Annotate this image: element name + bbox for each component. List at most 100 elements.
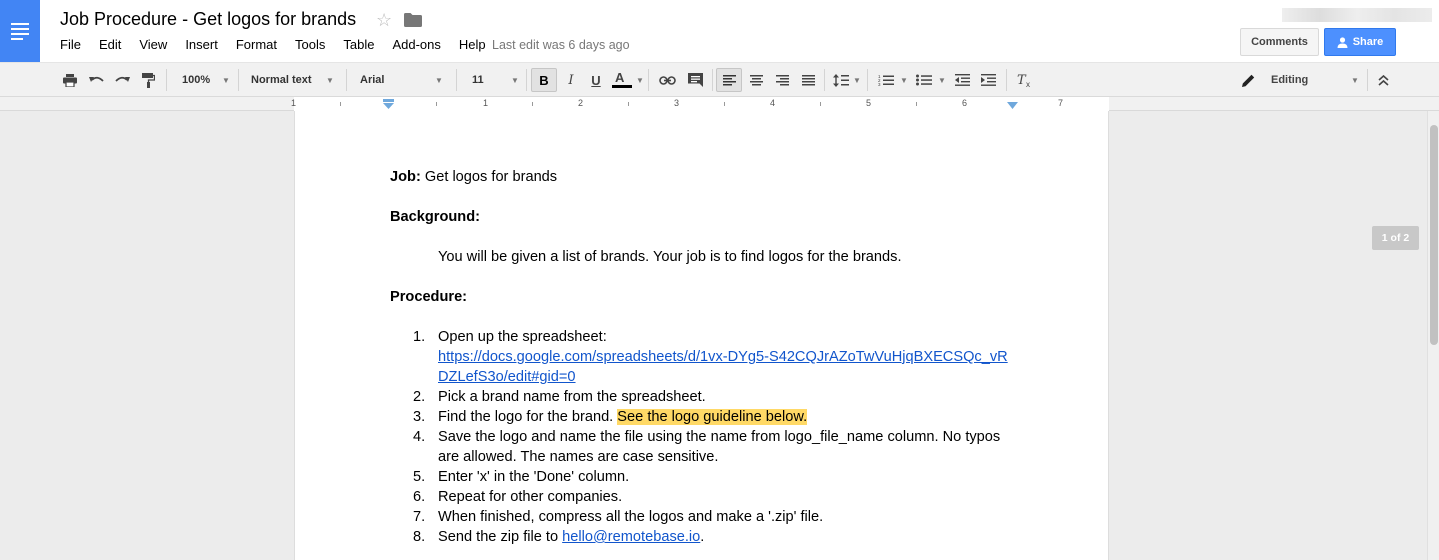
list-text: When finished, compress all the logos an… xyxy=(438,509,824,525)
list-item: 8. Send the zip file to hello@remotebase… xyxy=(390,527,1020,547)
numbered-list-icon[interactable]: 123 xyxy=(875,63,897,97)
list-item: 6. Repeat for other companies. xyxy=(390,487,1020,507)
list-item: 7. When finished, compress all the logos… xyxy=(390,507,1020,527)
bulleted-list-icon[interactable] xyxy=(913,63,935,97)
spreadsheet-link[interactable]: https://docs.google.com/spreadsheets/d/1… xyxy=(438,349,1008,365)
ruler-mark: 1 xyxy=(483,98,489,108)
align-right-icon[interactable] xyxy=(771,63,793,97)
style-value: Normal text xyxy=(251,74,312,86)
ruler-track xyxy=(294,97,1109,111)
ruler-mark: 4 xyxy=(770,98,776,108)
ruler-mark: 2 xyxy=(578,98,584,108)
page-indicator: 1 of 2 xyxy=(1372,226,1419,250)
align-left-icon[interactable] xyxy=(716,68,742,92)
menu-bar: File Edit View Insert Format Tools Table… xyxy=(60,37,504,52)
document-body[interactable]: Job: Get logos for brands Background: Yo… xyxy=(390,167,1020,547)
email-link[interactable]: hello@remotebase.io xyxy=(562,529,700,545)
list-text: Save the logo and name the file using th… xyxy=(438,429,1001,445)
docs-home-icon[interactable] xyxy=(0,0,40,62)
list-text: Enter 'x' in the 'Done' column. xyxy=(438,469,630,485)
list-item: 1. Open up the spreadsheet: https://docs… xyxy=(390,327,1020,387)
print-icon[interactable] xyxy=(59,63,81,97)
align-center-icon[interactable] xyxy=(745,63,767,97)
chevron-down-icon: ▼ xyxy=(435,75,443,85)
text-color-icon[interactable]: A xyxy=(609,63,635,97)
comments-button[interactable]: Comments xyxy=(1240,28,1319,56)
collapse-icon[interactable] xyxy=(1372,63,1394,97)
chevron-down-icon: ▼ xyxy=(326,75,334,85)
spreadsheet-link-cont[interactable]: DZLefS3o/edit#gid=0 xyxy=(438,369,576,385)
ruler-mark: 5 xyxy=(866,98,872,108)
scrollbar-thumb[interactable] xyxy=(1430,125,1438,345)
job-text: Get logos for brands xyxy=(420,169,558,185)
justify-icon[interactable] xyxy=(797,63,819,97)
list-item: 4. Save the logo and name the file using… xyxy=(390,427,1020,467)
menu-table[interactable]: Table xyxy=(343,37,374,52)
right-indent-marker-icon[interactable] xyxy=(1007,102,1018,109)
paint-format-icon[interactable] xyxy=(137,63,159,97)
pencil-icon xyxy=(1242,74,1255,87)
ruler-mark: 6 xyxy=(962,98,968,108)
menu-add-ons[interactable]: Add-ons xyxy=(392,37,440,52)
background-text: You will be given a list of brands. Your… xyxy=(438,249,902,265)
left-indent-marker-icon[interactable] xyxy=(383,99,394,109)
list-text: Pick a brand name from the spreadsheet. xyxy=(438,389,706,405)
decrease-indent-icon[interactable] xyxy=(951,63,973,97)
menu-view[interactable]: View xyxy=(139,37,167,52)
list-text-cont: are allowed. The names are case sensitiv… xyxy=(438,449,719,465)
clear-formatting-icon[interactable]: Tx xyxy=(1013,63,1037,97)
list-item: 2. Pick a brand name from the spreadshee… xyxy=(390,387,1020,407)
editing-mode-select[interactable]: Editing ▼ xyxy=(1236,63,1360,97)
job-label: Job: xyxy=(390,169,421,185)
document-title[interactable]: Job Procedure - Get logos for brands xyxy=(60,9,356,30)
comment-icon[interactable] xyxy=(683,63,707,97)
menu-help[interactable]: Help xyxy=(459,37,486,52)
menu-file[interactable]: File xyxy=(60,37,81,52)
menu-insert[interactable]: Insert xyxy=(185,37,218,52)
ruler-mark: 7 xyxy=(1058,98,1064,108)
procedure-heading: Procedure: xyxy=(390,289,468,305)
star-icon[interactable]: ☆ xyxy=(376,10,392,31)
redo-icon[interactable] xyxy=(111,63,133,97)
chevron-down-icon: ▼ xyxy=(1351,75,1359,85)
menu-format[interactable]: Format xyxy=(236,37,277,52)
font-size-select[interactable]: 11 ▼ xyxy=(462,63,524,97)
ruler: 1 1 2 3 4 5 6 7 xyxy=(0,97,1439,111)
italic-icon[interactable]: I xyxy=(560,63,582,97)
font-select[interactable]: Arial ▼ xyxy=(350,63,450,97)
svg-text:x: x xyxy=(1026,80,1030,87)
list-number: 5. xyxy=(413,469,426,485)
ruler-mark: 1 xyxy=(291,98,297,108)
increase-indent-icon[interactable] xyxy=(977,63,999,97)
header: Job Procedure - Get logos for brands ☆ F… xyxy=(0,0,1439,62)
list-text: Repeat for other companies. xyxy=(438,489,623,505)
bold-icon[interactable]: B xyxy=(531,68,557,92)
folder-icon[interactable] xyxy=(404,13,422,27)
list-text: Find the logo for the brand. xyxy=(438,409,618,425)
document-canvas: Job: Get logos for brands Background: Yo… xyxy=(0,111,1439,560)
list-number: 4. xyxy=(413,429,426,445)
line-spacing-icon[interactable] xyxy=(830,63,852,97)
list-number: 8. xyxy=(413,529,426,545)
font-value: Arial xyxy=(360,74,385,86)
share-label: Share xyxy=(1352,36,1384,48)
share-button[interactable]: Share xyxy=(1324,28,1396,56)
list-text-end: . xyxy=(700,529,705,545)
list-number: 7. xyxy=(413,509,426,525)
vertical-scrollbar[interactable] xyxy=(1427,111,1439,560)
menu-edit[interactable]: Edit xyxy=(99,37,121,52)
editing-mode-value: Editing xyxy=(1271,74,1309,86)
last-edit-status[interactable]: Last edit was 6 days ago xyxy=(492,38,630,52)
svg-text:A: A xyxy=(615,71,625,85)
document-page[interactable]: Job: Get logos for brands Background: Yo… xyxy=(294,111,1109,560)
list-number: 2. xyxy=(413,389,426,405)
chevron-down-icon: ▼ xyxy=(511,75,519,85)
svg-text:3: 3 xyxy=(878,82,881,86)
menu-tools[interactable]: Tools xyxy=(295,37,325,52)
underline-icon[interactable]: U xyxy=(585,63,607,97)
undo-icon[interactable] xyxy=(85,63,107,97)
chevron-down-icon: ▼ xyxy=(222,75,230,85)
zoom-select[interactable]: 100% ▼ xyxy=(172,63,232,97)
link-icon[interactable] xyxy=(655,63,679,97)
style-select[interactable]: Normal text ▼ xyxy=(242,63,342,97)
